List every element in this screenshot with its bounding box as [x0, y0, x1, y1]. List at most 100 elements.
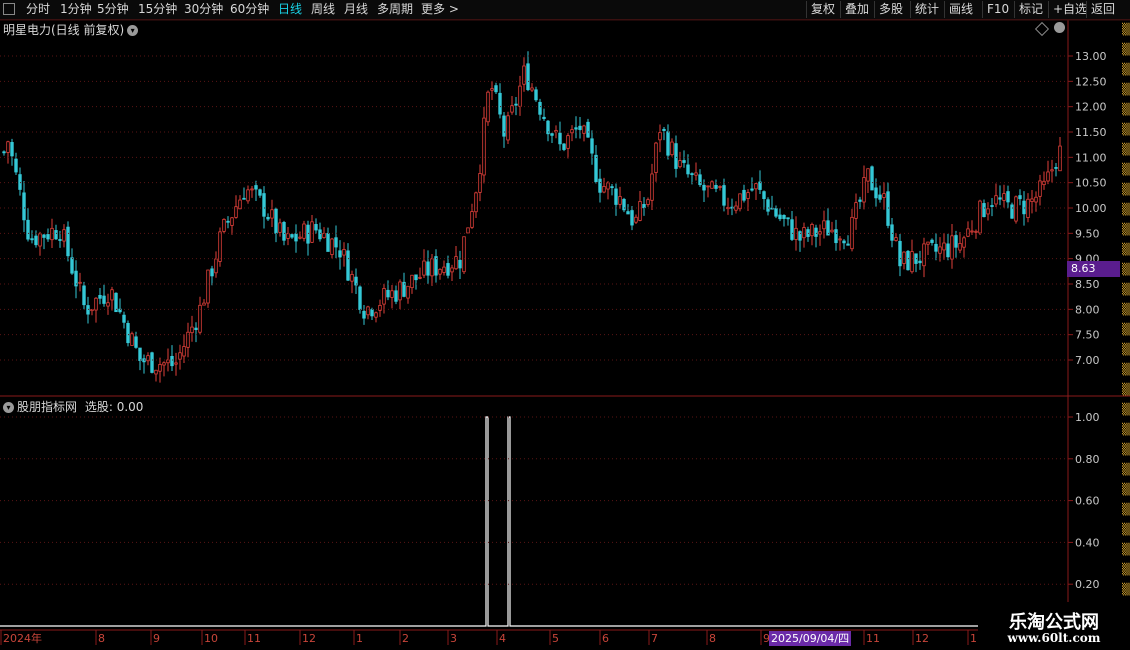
menu-icon[interactable]: [3, 3, 15, 15]
candle-body: [522, 65, 526, 85]
candle-body: [486, 91, 490, 123]
candle-body: [606, 182, 610, 190]
y-tick-label: 7.00: [1075, 354, 1100, 367]
candle-body: [590, 138, 594, 154]
candle: [990, 198, 994, 217]
candle-body: [910, 251, 914, 273]
candle: [22, 180, 26, 233]
period-tab[interactable]: 更多 >: [421, 1, 459, 18]
candle-body: [498, 92, 502, 115]
period-tab[interactable]: 月线: [344, 1, 368, 18]
toolbar-button[interactable]: 画线: [944, 1, 973, 18]
candle: [774, 205, 778, 219]
candle: [150, 351, 154, 374]
candle: [670, 138, 674, 157]
diamond-icon[interactable]: [1034, 21, 1050, 37]
candle: [466, 227, 470, 234]
candle: [346, 243, 350, 281]
candle-body: [634, 216, 638, 223]
candle-body: [970, 230, 974, 233]
sub-chart-title: ▾ 股朋指标网 选股: 0.00: [3, 398, 143, 415]
candle-body: [110, 289, 114, 301]
candle: [634, 214, 638, 225]
candle-body: [962, 237, 966, 248]
candle: [746, 189, 750, 212]
candle-body: [1002, 193, 1006, 201]
kline-chart[interactable]: 13.0012.5012.0011.5011.0010.5010.009.509…: [0, 0, 1130, 650]
chevron-down-icon[interactable]: ▾: [3, 402, 14, 413]
candle-body: [870, 166, 874, 191]
candle: [754, 182, 758, 200]
candle: [462, 236, 466, 275]
toolbar-button[interactable]: 标记: [1014, 1, 1043, 18]
x-tick-label: 10: [204, 632, 218, 645]
candle-body: [998, 197, 1002, 200]
candle: [434, 249, 438, 283]
candle: [722, 178, 726, 212]
candle: [954, 230, 958, 258]
period-tab[interactable]: 5分钟: [97, 1, 129, 18]
toolbar-button[interactable]: 多股: [874, 1, 903, 18]
candle: [874, 178, 878, 207]
period-tab[interactable]: 1分钟: [60, 1, 92, 18]
candle: [590, 130, 594, 165]
candle-body: [418, 276, 422, 279]
period-tab[interactable]: 周线: [311, 1, 335, 18]
candle-body: [830, 229, 834, 233]
candle-body: [638, 201, 642, 221]
candle-body: [266, 216, 270, 220]
x-tick-label: 1: [970, 632, 977, 645]
toolbar-button[interactable]: 统计: [910, 1, 939, 18]
period-tab[interactable]: 15分钟: [138, 1, 177, 18]
candle-body: [310, 221, 314, 243]
chevron-down-icon[interactable]: ▾: [127, 25, 139, 36]
candle: [266, 213, 270, 222]
toolbar-button[interactable]: 复权: [806, 1, 835, 18]
y-tick-label: 12.00: [1075, 101, 1107, 114]
candle: [350, 270, 354, 294]
candle-body: [82, 285, 86, 306]
candle-body: [58, 239, 62, 241]
candle-body: [202, 302, 206, 306]
candle: [758, 170, 762, 194]
candle: [330, 237, 334, 259]
toolbar-button[interactable]: F10: [982, 1, 1009, 18]
candle: [890, 218, 894, 248]
period-tab[interactable]: 60分钟: [230, 1, 269, 18]
candle: [558, 121, 562, 151]
candle: [782, 214, 786, 227]
y-tick-label: 0.40: [1075, 536, 1100, 549]
period-tab[interactable]: 30分钟: [184, 1, 223, 18]
candle: [242, 187, 246, 200]
period-tab[interactable]: 多周期: [377, 1, 413, 18]
collapse-icon[interactable]: [1054, 22, 1065, 33]
toolbar-button[interactable]: 返回: [1086, 1, 1115, 18]
candle: [230, 217, 234, 235]
period-tab[interactable]: 分时: [26, 1, 50, 18]
candle: [778, 208, 782, 222]
candle-body: [462, 236, 466, 273]
candle-body: [658, 132, 662, 141]
y-tick-label: 10.50: [1075, 177, 1107, 190]
toolbar-button[interactable]: 叠加: [840, 1, 869, 18]
candle: [314, 218, 318, 234]
candle-body: [562, 143, 566, 150]
candle-body: [530, 87, 534, 91]
candle: [454, 245, 458, 270]
candle-body: [322, 232, 326, 239]
candle: [794, 216, 798, 251]
candle: [702, 179, 706, 202]
candle: [914, 253, 918, 273]
candle-body: [990, 205, 994, 207]
candle-body: [698, 174, 702, 186]
candle-body: [766, 199, 770, 212]
toolbar-button[interactable]: +自选: [1048, 1, 1087, 18]
period-tab[interactable]: 日线: [278, 1, 302, 18]
candle: [378, 299, 382, 317]
candle-body: [786, 217, 790, 220]
candle: [886, 182, 890, 229]
candle-body: [918, 260, 922, 264]
candle-body: [958, 243, 962, 251]
candle-body: [254, 185, 258, 190]
candle: [798, 230, 802, 252]
